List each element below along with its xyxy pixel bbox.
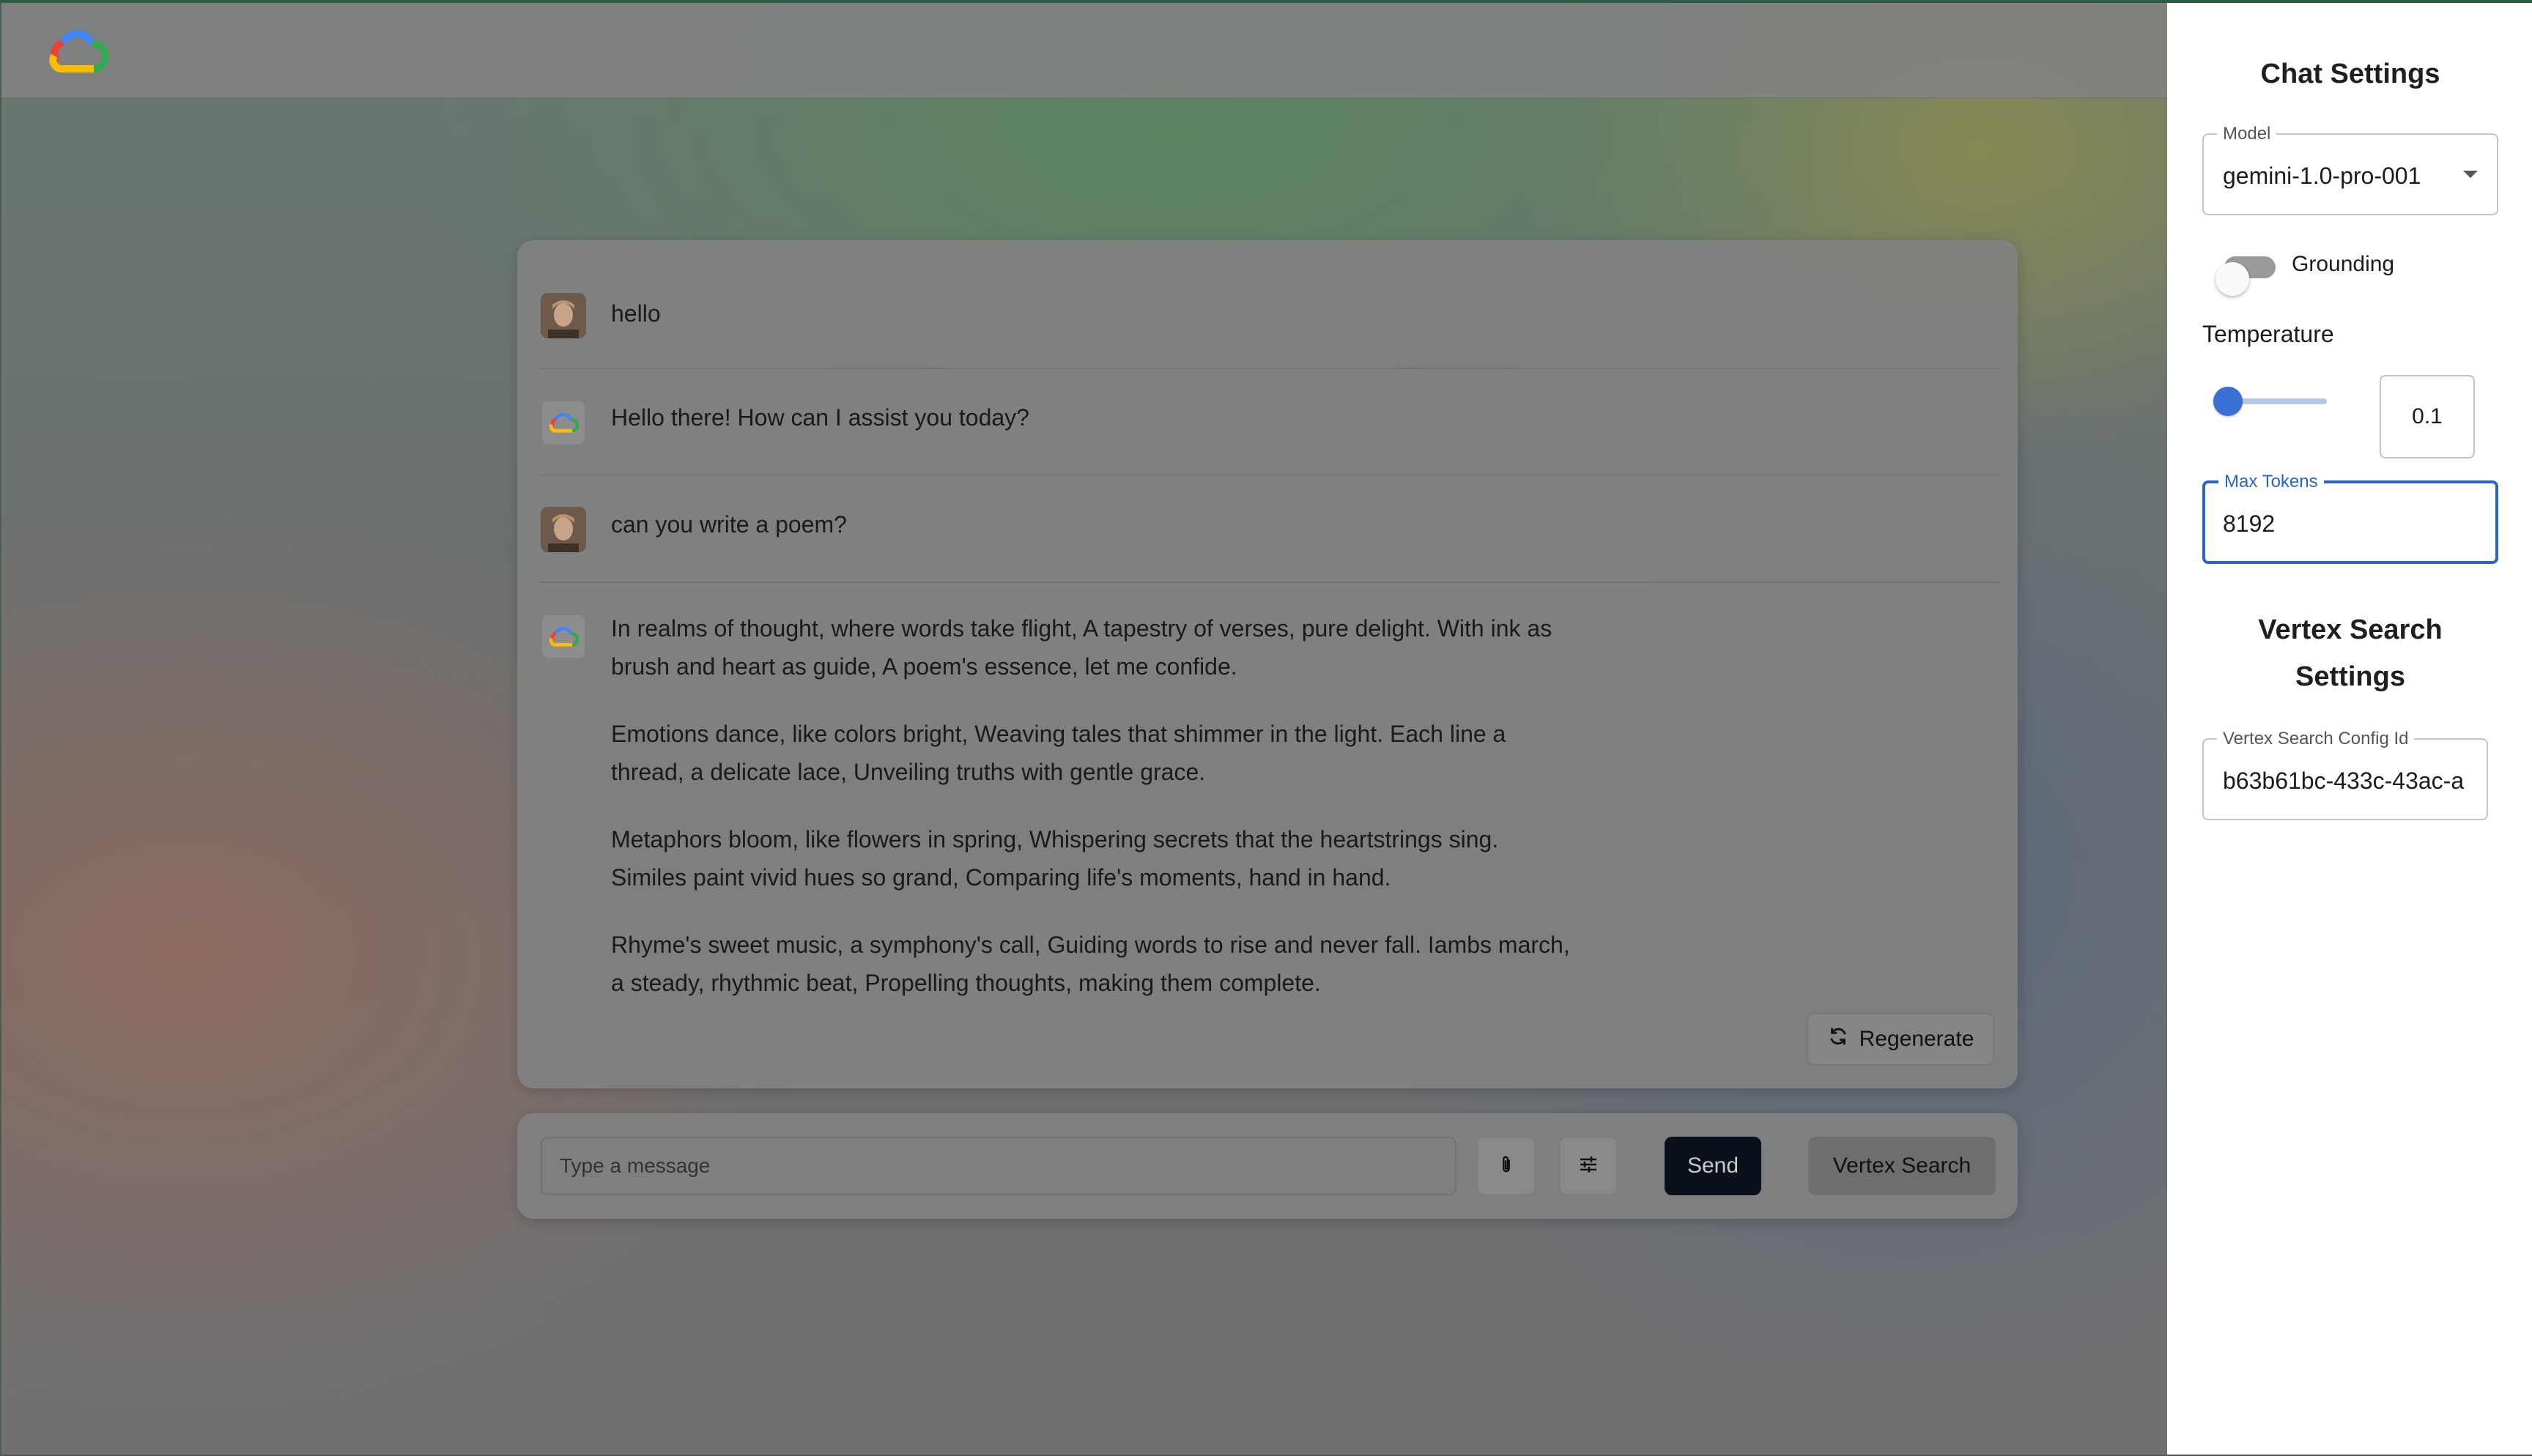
user-avatar (541, 507, 586, 552)
max-tokens-value: 8192 (2223, 510, 2276, 537)
temperature-label: Temperature (2202, 321, 2334, 347)
temperature-input[interactable]: 0.1 (2380, 375, 2475, 458)
grounding-label: Grounding (2292, 252, 2395, 276)
top-header (1, 3, 2167, 98)
vertex-settings-title-text: Vertex Search Settings (2258, 614, 2443, 692)
message-user: hello (539, 262, 2000, 369)
google-cloud-logo-icon[interactable] (47, 26, 109, 78)
regenerate-button[interactable]: Regenerate (1807, 1013, 1994, 1066)
sliders-icon (1577, 1153, 1600, 1180)
message-input[interactable] (541, 1137, 1456, 1195)
vertex-config-value: b63b61bc-433c-43ac-a (2223, 768, 2465, 794)
dropdown-arrow-icon (2463, 171, 2478, 178)
model-select[interactable]: Model gemini-1.0-pro-001 (2202, 124, 2498, 215)
grounding-toggle[interactable] (2216, 256, 2276, 296)
message-composer: Send Vertex Search (517, 1113, 2018, 1219)
tune-settings-button[interactable] (1559, 1137, 1618, 1195)
paperclip-icon (1495, 1154, 1517, 1179)
max-tokens-field[interactable]: Max Tokens 8192 (2202, 472, 2498, 564)
temperature-slider[interactable] (2202, 384, 2327, 419)
vertex-search-button[interactable]: Vertex Search (1808, 1137, 1996, 1195)
poem-paragraph: Emotions dance, like colors bright, Weav… (611, 721, 1506, 785)
regenerate-label: Regenerate (1859, 1027, 1974, 1051)
refresh-icon (1827, 1025, 1849, 1053)
send-button[interactable]: Send (1665, 1137, 1761, 1195)
poem-paragraph: In realms of thought, where words take f… (611, 615, 1552, 680)
attach-button[interactable] (1477, 1137, 1536, 1195)
poem-paragraph: Metaphors bloom, like flowers in spring,… (611, 826, 1499, 891)
chat-card: hello Hello there! How can I assist you … (517, 240, 2018, 1088)
message-text: Hello there! How can I assist you today? (611, 404, 1029, 431)
app-window: hello Hello there! How can I assist you … (0, 0, 2532, 1456)
slider-thumb[interactable] (2213, 387, 2243, 416)
grounding-toggle-row: Grounding (2202, 245, 2498, 296)
vertex-settings-title: Vertex Search Settings (2167, 606, 2532, 700)
chat-settings-panel: Chat Settings Model gemini-1.0-pro-001 G… (2167, 3, 2532, 1455)
model-value: gemini-1.0-pro-001 (2223, 163, 2421, 189)
message-text: can you write a poem? (611, 511, 847, 538)
message-user: can you write a poem? (539, 476, 2000, 583)
poem-text: In realms of thought, where words take f… (611, 609, 1578, 1009)
message-text: hello (611, 300, 661, 327)
message-list[interactable]: hello Hello there! How can I assist you … (539, 262, 2000, 1009)
message-assistant: Hello there! How can I assist you today? (539, 369, 2000, 476)
message-assistant: In realms of thought, where words take f… (539, 583, 2000, 1009)
user-avatar (541, 293, 586, 338)
bot-avatar-icon (541, 614, 586, 659)
bot-avatar-icon (541, 400, 586, 445)
toggle-thumb (2216, 262, 2249, 296)
poem-paragraph: Rhyme's sweet music, a symphony's call, … (611, 932, 1570, 996)
vertex-config-field[interactable]: Vertex Search Config Id b63b61bc-433c-43… (2202, 729, 2488, 820)
settings-title: Chat Settings (2260, 59, 2440, 89)
